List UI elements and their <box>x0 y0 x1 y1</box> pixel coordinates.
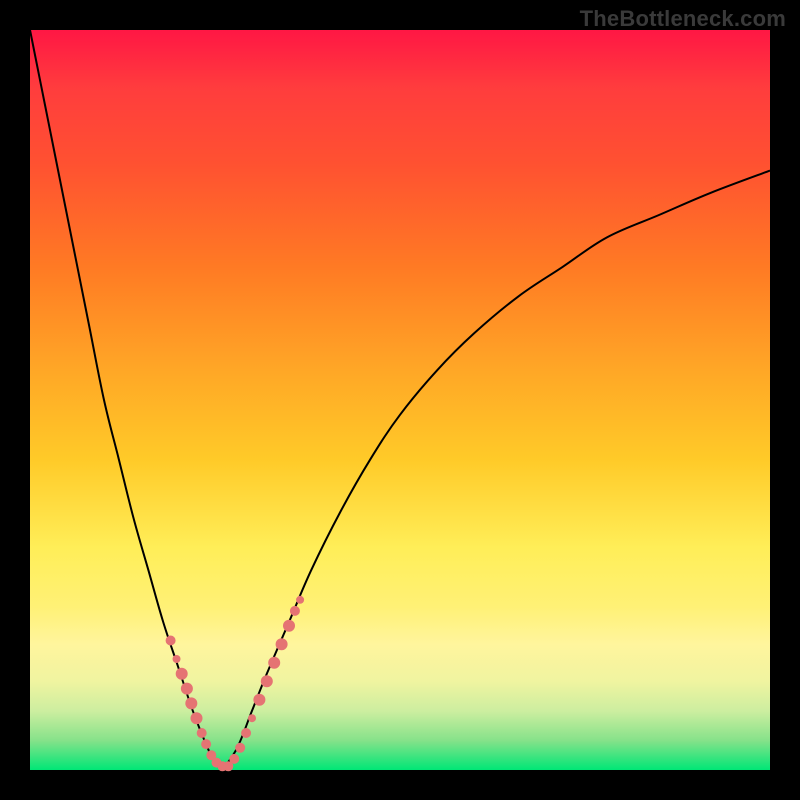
anomaly-markers <box>166 596 305 772</box>
anomaly-marker <box>241 728 251 738</box>
right-curve <box>222 171 770 770</box>
anomaly-marker <box>296 596 304 604</box>
anomaly-marker <box>253 694 265 706</box>
plot-area <box>30 30 770 770</box>
anomaly-marker <box>276 638 288 650</box>
curve-layer <box>30 30 770 770</box>
anomaly-marker <box>166 636 176 646</box>
anomaly-marker <box>268 657 280 669</box>
anomaly-marker <box>181 683 193 695</box>
anomaly-marker <box>290 606 300 616</box>
anomaly-marker <box>173 655 181 663</box>
anomaly-marker <box>229 754 239 764</box>
anomaly-marker <box>191 712 203 724</box>
anomaly-marker <box>283 620 295 632</box>
anomaly-marker <box>176 668 188 680</box>
watermark-text: TheBottleneck.com <box>580 6 786 32</box>
anomaly-marker <box>235 743 245 753</box>
anomaly-marker <box>201 739 211 749</box>
chart-frame: TheBottleneck.com <box>0 0 800 800</box>
left-curve <box>30 30 222 770</box>
anomaly-marker <box>248 714 256 722</box>
anomaly-marker <box>197 728 207 738</box>
anomaly-marker <box>185 697 197 709</box>
anomaly-marker <box>261 675 273 687</box>
